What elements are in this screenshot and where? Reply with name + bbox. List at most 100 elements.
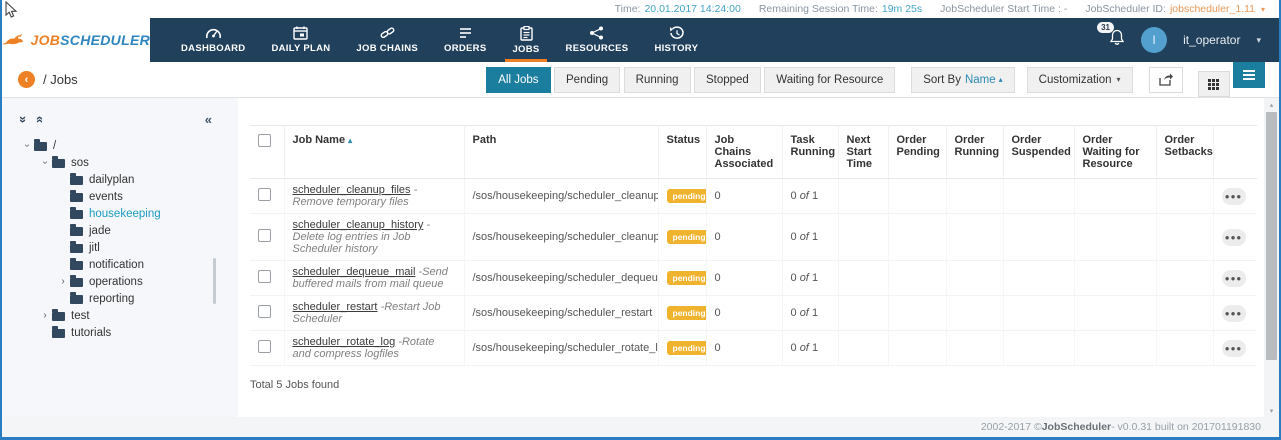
tree-item-housekeeping[interactable]: housekeeping — [20, 205, 228, 222]
scroll-up-icon[interactable]: ▴ — [1270, 98, 1274, 111]
nav-item-orders[interactable]: ORDERS — [431, 18, 499, 62]
folder-icon — [70, 173, 83, 185]
job-chains-count: 0 — [706, 260, 783, 296]
tree-controls: » » « — [16, 112, 228, 127]
chevron-down-icon[interactable]: › — [40, 156, 51, 170]
scrollbar-thumb[interactable] — [1266, 112, 1277, 360]
list-view-button[interactable] — [1233, 61, 1265, 88]
row-checkbox[interactable] — [258, 305, 271, 318]
nav-item-daily-plan[interactable]: DAILY PLAN — [258, 18, 343, 62]
tab-running[interactable]: Running — [623, 66, 691, 93]
job-path: /sos/housekeeping/scheduler_cleanup_file… — [464, 178, 659, 214]
notification-count-badge: 31 — [1097, 22, 1114, 33]
main-area: » » « › / › sos dailyplan events houseke… — [2, 98, 1279, 417]
folder-icon — [70, 207, 83, 219]
row-checkbox[interactable] — [258, 188, 271, 201]
tab-waiting-for-resource[interactable]: Waiting for Resource — [764, 66, 896, 93]
row-actions-button[interactable]: ●●● — [1221, 304, 1246, 322]
tree-item-tutorials[interactable]: tutorials — [20, 324, 228, 341]
collapse-all-icon[interactable]: » — [31, 116, 46, 123]
tree-item-jade[interactable]: jade — [20, 222, 228, 239]
chevron-right-icon[interactable]: › — [38, 310, 52, 321]
job-name-link[interactable]: scheduler_dequeue_mail — [293, 266, 416, 278]
gauge-icon — [205, 28, 221, 39]
chevron-down-icon[interactable]: ▾ — [1261, 5, 1265, 14]
row-actions-button[interactable]: ●●● — [1221, 339, 1246, 357]
job-name-link[interactable]: scheduler_rotate_log — [293, 336, 396, 348]
sort-by-button[interactable]: Sort By Name ▴ — [911, 66, 1015, 93]
col-order-running[interactable]: Order Running — [946, 125, 1004, 179]
chevron-down-icon[interactable]: › — [22, 139, 33, 153]
col-order-pending[interactable]: Order Pending — [888, 125, 947, 179]
col-order-waiting[interactable]: Order Waiting for Resource — [1074, 125, 1157, 179]
user-avatar[interactable]: I — [1141, 27, 1168, 53]
main-scrollbar[interactable]: ▴ ▾ — [1264, 98, 1279, 417]
col-status[interactable]: Status — [658, 125, 707, 179]
main-navbar: JOBSCHEDULER DASHBOARD DAILY PLAN JOB CH… — [2, 18, 1279, 62]
back-button[interactable]: ‹ — [18, 71, 35, 88]
col-task-running[interactable]: Task Running — [782, 125, 839, 179]
tab-stopped[interactable]: Stopped — [693, 66, 761, 93]
sidebar-scrollbar[interactable] — [213, 258, 216, 304]
tree-item-notification[interactable]: notification — [20, 256, 228, 273]
row-actions-button[interactable]: ●●● — [1221, 269, 1246, 287]
col-next-start[interactable]: Next Start Time — [838, 125, 889, 179]
chevron-down-icon[interactable]: ▾ — [1256, 35, 1261, 46]
job-name-link[interactable]: scheduler_restart — [293, 301, 378, 313]
export-button[interactable] — [1148, 66, 1183, 93]
nav-item-job-chains[interactable]: JOB CHAINS — [343, 18, 431, 62]
tree-item-test[interactable]: › test — [20, 307, 228, 324]
tree-item-sos[interactable]: › sos — [20, 154, 228, 171]
tree-item-dailyplan[interactable]: dailyplan — [20, 171, 228, 188]
folder-icon — [70, 292, 83, 304]
col-order-suspended[interactable]: Order Suspended — [1003, 125, 1075, 179]
session-time-label: Remaining Session Time: — [758, 3, 878, 15]
list-icon — [1243, 68, 1255, 82]
folder-icon — [52, 156, 65, 168]
job-name-link[interactable]: scheduler_cleanup_files — [293, 184, 411, 196]
collapse-sidebar-icon[interactable]: « — [205, 112, 212, 127]
app-window: Time: 20.01.2017 14:24:00 Remaining Sess… — [0, 0, 1281, 440]
tree-item-reporting[interactable]: reporting — [20, 290, 228, 307]
folder-icon — [34, 139, 47, 151]
tree-item-events[interactable]: events — [20, 188, 228, 205]
col-job-name[interactable]: Job Name ▴ — [284, 125, 465, 179]
tab-pending[interactable]: Pending — [554, 66, 621, 93]
folder-tree-sidebar: » » « › / › sos dailyplan events houseke… — [2, 98, 238, 417]
select-all-checkbox[interactable] — [258, 134, 271, 147]
share-icon — [590, 26, 604, 40]
chevron-right-icon[interactable]: › — [56, 276, 70, 287]
col-path[interactable]: Path — [464, 125, 659, 179]
notifications-button[interactable]: 31 — [1097, 22, 1125, 51]
row-actions-button[interactable]: ●●● — [1221, 187, 1246, 205]
expand-all-icon[interactable]: » — [16, 116, 31, 123]
chain-icon — [380, 27, 395, 39]
scheduler-id-value[interactable]: jobscheduler_1.11 — [1170, 3, 1255, 15]
nav-item-history[interactable]: HISTORY — [641, 18, 711, 62]
jobscheduler-logo[interactable]: JOBSCHEDULER — [2, 18, 150, 62]
tree-item-root[interactable]: › / — [20, 137, 228, 154]
scheduler-id-label: JobScheduler ID: — [1085, 3, 1166, 15]
row-checkbox[interactable] — [258, 229, 271, 242]
nav-item-resources[interactable]: RESOURCES — [553, 18, 642, 62]
folder-icon — [70, 275, 83, 287]
tab-all-jobs[interactable]: All Jobs — [486, 66, 551, 93]
customization-button[interactable]: Customization ▾ — [1026, 66, 1133, 93]
nav-item-dashboard[interactable]: DASHBOARD — [168, 18, 258, 62]
username[interactable]: it_operator — [1183, 33, 1240, 47]
status-badge: pending — [666, 341, 705, 355]
grid-view-button[interactable] — [1197, 71, 1230, 98]
tree-item-jitl[interactable]: jitl — [20, 239, 228, 256]
row-checkbox[interactable] — [258, 270, 271, 283]
col-job-chains[interactable]: Job Chains Associated — [706, 125, 783, 179]
col-order-setbacks[interactable]: Order Setbacks — [1156, 125, 1214, 179]
scroll-down-icon[interactable]: ▾ — [1270, 404, 1274, 417]
clipboard-icon — [519, 25, 533, 41]
nav-item-jobs[interactable]: JOBS — [499, 18, 552, 62]
job-name-link[interactable]: scheduler_cleanup_history — [293, 219, 424, 231]
tree-item-operations[interactable]: › operations — [20, 273, 228, 290]
row-checkbox[interactable] — [258, 340, 271, 353]
brand-text: JOBSCHEDULER — [30, 32, 150, 48]
row-actions-button[interactable]: ●●● — [1221, 228, 1246, 246]
folder-icon — [70, 241, 83, 253]
